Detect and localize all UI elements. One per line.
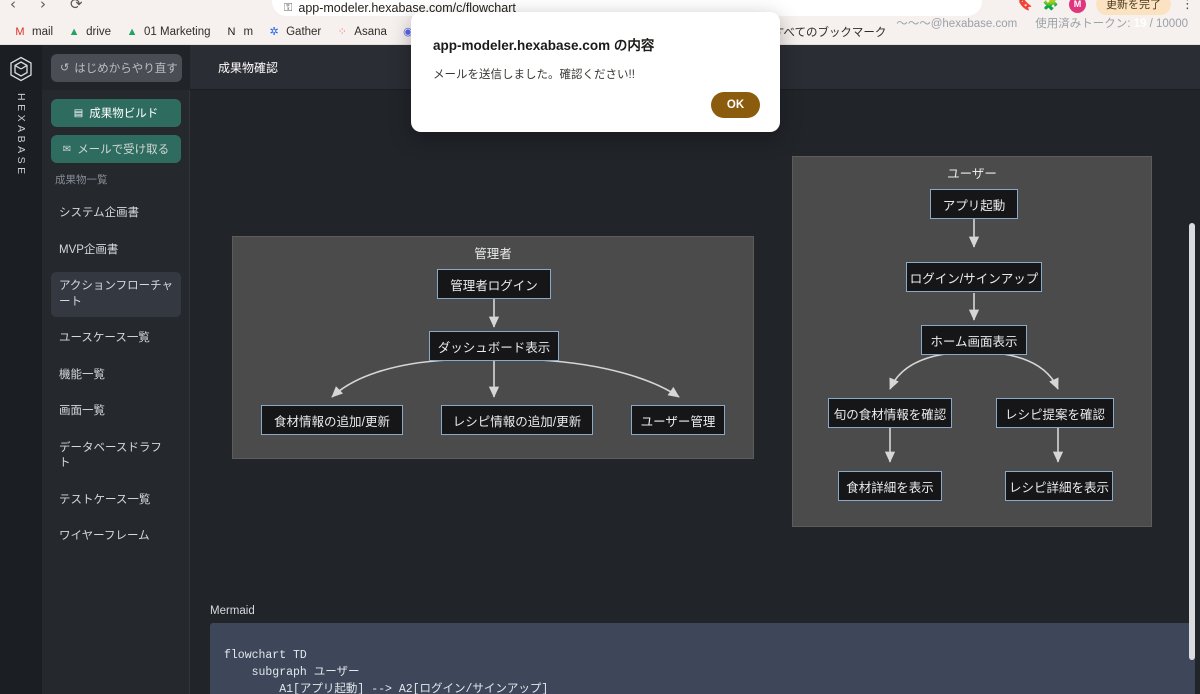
build-button-label: 成果物ビルド <box>89 108 159 120</box>
account-info: 〜〜〜@hexabase.com 使用済みトークン: 19 / 10000 <box>800 0 1200 45</box>
bookmark-favicon-icon: N <box>227 25 236 38</box>
node-show-ingredient-detail[interactable]: 食材詳細を表示 <box>838 471 942 501</box>
mail-icon: ✉ <box>62 143 72 155</box>
refresh-icon: ↺ <box>60 62 70 74</box>
bookmark-favicon-icon: M <box>15 25 25 38</box>
token-usage: 使用済みトークン: 19 / 10000 <box>1035 15 1188 31</box>
node-login-signup[interactable]: ログイン/サインアップ <box>906 262 1042 292</box>
node-app-launch[interactable]: アプリ起動 <box>930 189 1018 219</box>
token-used: 19 <box>1133 17 1147 30</box>
sidebar-content: ▤ 成果物ビルド ✉ メールで受け取る 成果物一覧 システム企画書 MVP企画書ア… <box>42 90 190 568</box>
brand-rail: HEXABASE <box>0 45 42 694</box>
node-user-management[interactable]: ユーザー管理 <box>631 405 725 435</box>
forward-arrow-icon[interactable]: › <box>40 0 46 14</box>
node-add-update-recipe[interactable]: レシピ情報の追加/更新 <box>441 405 593 435</box>
restart-bar: ↺ はじめからやり直す <box>42 45 190 90</box>
bookmark-label: 01 Marketing <box>144 26 211 38</box>
sidebar-item-3[interactable]: ユースケース一覧 <box>51 324 181 354</box>
mermaid-code-line-1: subgraph ユーザー <box>224 666 360 679</box>
dialog-ok-button[interactable]: OK <box>711 92 760 118</box>
dialog-message: メールを送信しました。確認ください!! <box>433 69 635 81</box>
lock-icon: ⚿ <box>284 2 293 14</box>
token-separator: / <box>1149 17 1153 30</box>
sidebar-item-4[interactable]: 機能一覧 <box>51 361 181 391</box>
bookmark-label: Gather <box>286 26 322 38</box>
bookmark-favicon-icon: ▲ <box>126 25 138 38</box>
bookmark-m[interactable]: Nm <box>218 23 261 41</box>
subgraph-admin: 管理者 管理者ログイン ダッシュボード表示 食材情報の追加/更新 レシピ情報の追… <box>232 236 754 459</box>
bookmark-label: drive <box>86 26 112 38</box>
back-arrow-icon[interactable]: ‹ <box>10 0 16 14</box>
bookmark-label: Asana <box>354 26 387 38</box>
sidebar-item-6[interactable]: データベースドラフト <box>51 434 181 479</box>
sidebar-item-2[interactable]: アクションフローチャート <box>51 272 181 318</box>
bookmark-01-marketing[interactable]: ▲ 01 Marketing <box>118 23 217 41</box>
bookmark-favicon-icon: ▲ <box>68 25 80 38</box>
vertical-scrollbar[interactable] <box>1188 135 1198 694</box>
reload-icon[interactable]: ⟳ <box>70 0 83 14</box>
bookmark-asana[interactable]: ⁘ Asana <box>328 23 394 41</box>
subgraph-user: ユーザー アプリ起動 ログイン/サインアップ ホーム画面表示 旬の食材情報を確認… <box>792 156 1152 527</box>
hexabase-logo-icon[interactable] <box>8 55 34 83</box>
sidebar-item-1[interactable]: MVP企画書 <box>51 236 181 266</box>
tab-deliverable-review[interactable]: 成果物確認 <box>204 53 292 82</box>
account-email: 〜〜〜@hexabase.com <box>896 17 1018 30</box>
mail-button-label: メールで受け取る <box>77 144 170 156</box>
node-show-recipe-detail[interactable]: レシピ詳細を表示 <box>1005 471 1113 501</box>
token-label: 使用済みトークン: <box>1035 17 1131 30</box>
brand-name: HEXABASE <box>15 93 27 178</box>
receive-by-mail-button[interactable]: ✉ メールで受け取る <box>51 135 181 163</box>
node-home-screen[interactable]: ホーム画面表示 <box>921 325 1027 355</box>
sidebar-item-5[interactable]: 画面一覧 <box>51 397 181 427</box>
main-area: 成果物確認 〜〜〜@hexabase.com 使用済みトークン: 19 / 10… <box>190 18 1200 694</box>
node-check-recipe-suggestions[interactable]: レシピ提案を確認 <box>996 398 1114 428</box>
mermaid-code-line-2: A1[アプリ起動] --> A2[ログイン/サインアップ] <box>224 683 549 694</box>
restart-button[interactable]: ↺ はじめからやり直す <box>51 53 182 82</box>
screen-root: ‹ › ⟳ ⚿ app-modeler.hexabase.com/c/flowc… <box>0 0 1200 694</box>
dialog-title: app-modeler.hexabase.com の内容 <box>433 38 655 53</box>
build-deliverables-button[interactable]: ▤ 成果物ビルド <box>51 99 181 127</box>
alert-dialog: app-modeler.hexabase.com の内容 メールを送信しました。… <box>411 12 780 132</box>
node-add-update-ingredient[interactable]: 食材情報の追加/更新 <box>261 405 403 435</box>
mermaid-code-block[interactable]: flowchart TD subgraph ユーザー A1[アプリ起動] -->… <box>210 623 1195 694</box>
sidebar-item-0[interactable]: システム企画書 <box>51 199 181 229</box>
mermaid-label: Mermaid <box>210 605 255 617</box>
sidebar-item-7[interactable]: テストケース一覧 <box>51 486 181 516</box>
bookmark-favicon-icon: ⁘ <box>337 25 347 38</box>
bookmark-drive[interactable]: ▲ drive <box>60 23 118 41</box>
bookmark-mail[interactable]: Mmail <box>6 23 60 41</box>
bookmark-label: mail <box>32 26 54 38</box>
deliverables-list: システム企画書 MVP企画書アクションフローチャートユースケース一覧 機能一覧画面一… <box>51 199 181 559</box>
token-total: 10000 <box>1156 17 1188 30</box>
mermaid-code-line-0: flowchart TD <box>224 649 307 662</box>
sidebar-item-8[interactable]: ワイヤーフレーム <box>51 522 181 552</box>
bookmark-favicon-icon: ✲ <box>269 25 279 38</box>
scrollbar-thumb[interactable] <box>1189 223 1195 660</box>
restart-button-label: はじめからやり直す <box>74 62 178 75</box>
app-window: HEXABASE ▤ 成果物ビルド ✉ メールで受け取る 成果物一覧 システム企… <box>0 18 1200 694</box>
node-check-seasonal-ingredients[interactable]: 旬の食材情報を確認 <box>828 398 952 428</box>
node-admin-login[interactable]: 管理者ログイン <box>437 269 551 299</box>
build-icon: ▤ <box>73 107 84 119</box>
bookmark-label: m <box>243 26 254 38</box>
deliverables-section-title: 成果物一覧 <box>55 174 108 186</box>
flowchart-canvas: 管理者 管理者ログイン ダッシュボード表示 食材情報の追加/更新 レシピ情報の追… <box>190 90 1200 694</box>
node-dashboard-display[interactable]: ダッシュボード表示 <box>429 331 559 361</box>
bookmark-gather[interactable]: ✲ Gather <box>260 23 328 41</box>
sidebar: ▤ 成果物ビルド ✉ メールで受け取る 成果物一覧 システム企画書 MVP企画書ア… <box>42 45 190 694</box>
